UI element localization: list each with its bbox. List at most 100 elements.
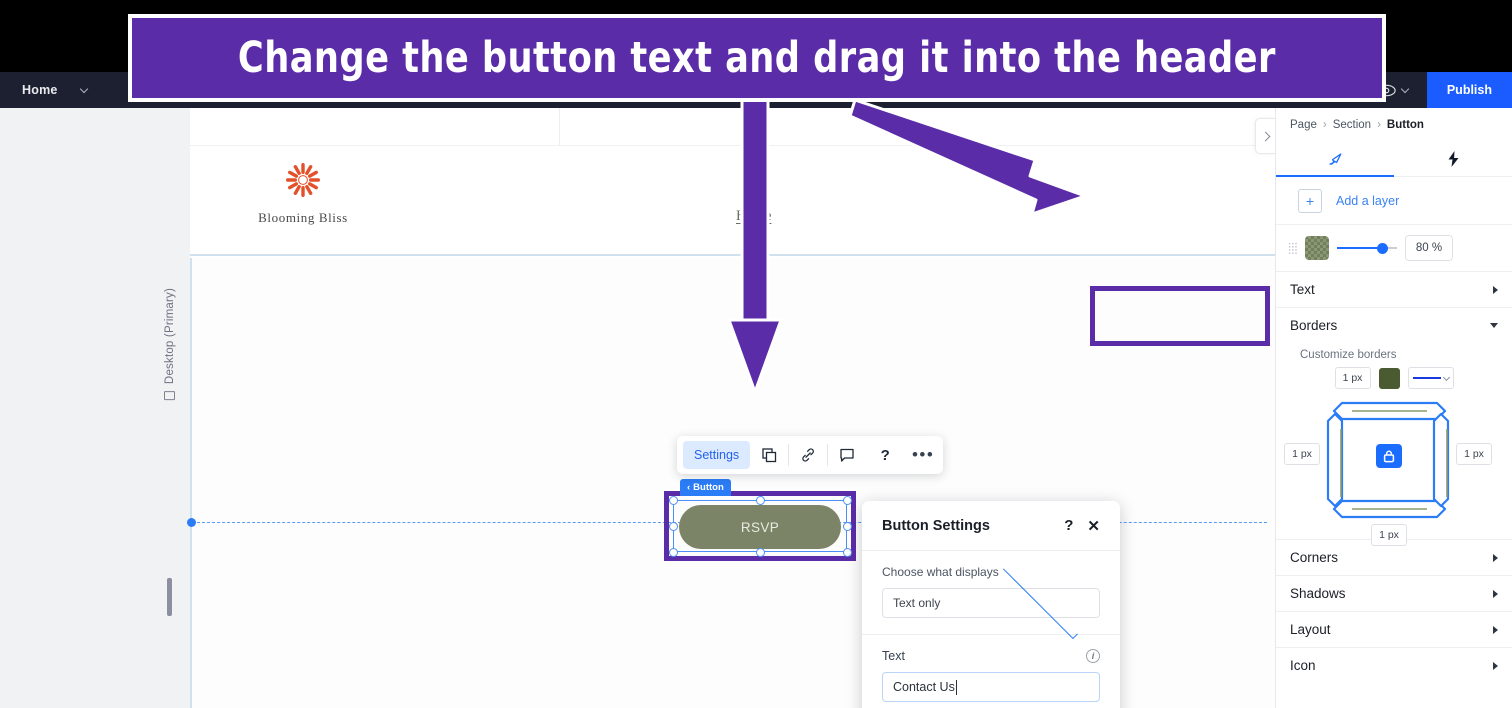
triangle-right-icon xyxy=(1493,589,1498,598)
border-box-model-widget: 1 px 1 px 1 px xyxy=(1276,389,1512,546)
opacity-value-field[interactable]: 80 % xyxy=(1405,235,1453,261)
lightning-bolt-icon xyxy=(1448,150,1458,167)
alignment-guide-dot xyxy=(187,518,196,527)
device-label-text: Desktop (Primary) xyxy=(164,288,176,385)
triangle-right-icon xyxy=(1493,661,1498,670)
button-selection-box[interactable]: RSVP xyxy=(669,496,852,557)
button-text-input[interactable]: Contact Us xyxy=(882,672,1100,702)
site-logo[interactable]: Blooming Bliss xyxy=(248,160,358,226)
monitor-icon xyxy=(164,391,176,401)
dialog-title: Button Settings xyxy=(882,517,990,534)
triangle-right-icon xyxy=(1493,553,1498,562)
dialog-header: Button Settings ? ✕ xyxy=(862,501,1120,551)
section-borders[interactable]: Borders xyxy=(1276,307,1512,343)
publish-button[interactable]: Publish xyxy=(1426,72,1512,108)
page-selector[interactable]: Home xyxy=(22,83,90,97)
breadcrumb-item-button[interactable]: Button xyxy=(1387,119,1424,131)
button-text-value: Contact Us xyxy=(893,680,955,694)
rsvp-button[interactable]: RSVP xyxy=(679,505,841,549)
opacity-slider[interactable] xyxy=(1337,241,1397,255)
screenshot-root: Home Publish Desktop (Primary) Blooming … xyxy=(0,0,1512,708)
info-icon[interactable]: i xyxy=(1086,649,1100,663)
tab-interactions[interactable] xyxy=(1394,141,1512,176)
button-text-label: Text xyxy=(882,649,905,663)
breadcrumb-item-page[interactable]: Page xyxy=(1290,119,1317,131)
instruction-banner: Change the button text and drag it into … xyxy=(128,14,1386,102)
text-caret xyxy=(955,679,957,695)
resize-handle-top-center[interactable] xyxy=(756,496,765,505)
fill-color-swatch[interactable] xyxy=(1305,236,1329,260)
add-layer-row[interactable]: + Add a layer xyxy=(1276,177,1512,225)
help-glyph: ? xyxy=(880,446,890,464)
section-text-label: Text xyxy=(1290,282,1315,297)
resize-handle-top-left[interactable] xyxy=(669,496,678,505)
comment-icon[interactable] xyxy=(828,436,866,474)
section-borders-label: Borders xyxy=(1290,318,1338,333)
breadcrumb: Page › Section › Button xyxy=(1276,108,1512,141)
resize-handle-bottom-left[interactable] xyxy=(669,548,678,557)
canvas-resize-handle[interactable] xyxy=(167,578,172,616)
border-top-controls: 1 px xyxy=(1276,367,1512,389)
canvas-top-strip-segment xyxy=(190,108,560,146)
border-color-swatch[interactable] xyxy=(1378,367,1400,389)
drag-grip-icon[interactable] xyxy=(1288,242,1297,254)
left-gutter: Desktop (Primary) xyxy=(0,108,190,708)
resize-handle-middle-left[interactable] xyxy=(669,522,678,531)
add-layer-plus-icon[interactable]: + xyxy=(1298,188,1322,213)
comment-glyph xyxy=(840,448,854,462)
display-mode-section: Choose what displays Text only xyxy=(862,551,1120,639)
question-mark-icon[interactable]: ? xyxy=(1064,517,1073,534)
site-logo-text: Blooming Bliss xyxy=(258,210,348,225)
duplicate-icon[interactable] xyxy=(750,436,788,474)
toolbar-icon-group: ? ••• xyxy=(750,436,942,474)
selected-element-badge[interactable]: ‹ Button xyxy=(680,479,731,496)
design-sidebar: Page › Section › Button + Add a layer 80… xyxy=(1275,108,1512,708)
help-icon[interactable]: ? xyxy=(866,436,904,474)
triangle-right-icon xyxy=(1493,285,1498,294)
add-layer-label[interactable]: Add a layer xyxy=(1336,194,1399,208)
resize-handle-middle-right[interactable] xyxy=(843,522,852,531)
breadcrumb-separator-icon: › xyxy=(1377,118,1381,131)
duplicate-glyph xyxy=(762,447,776,462)
link-icon[interactable] xyxy=(789,436,827,474)
slider-fill xyxy=(1337,247,1382,249)
chevron-right-icon xyxy=(1260,131,1271,141)
resize-handle-top-right[interactable] xyxy=(843,496,852,505)
section-icon[interactable]: Icon xyxy=(1276,647,1512,683)
tab-design[interactable] xyxy=(1276,141,1394,177)
collapse-panel-button[interactable] xyxy=(1255,118,1275,154)
display-mode-select[interactable]: Text only xyxy=(882,564,1100,639)
resize-handle-bottom-center[interactable] xyxy=(756,548,765,557)
site-header-section[interactable]: Blooming Bliss Home xyxy=(190,146,1275,256)
resize-handle-bottom-right[interactable] xyxy=(843,548,852,557)
link-glyph xyxy=(802,448,815,462)
section-shadows-label: Shadows xyxy=(1290,586,1346,601)
border-width-top-field[interactable]: 1 px xyxy=(1334,367,1371,389)
section-layout[interactable]: Layout xyxy=(1276,611,1512,647)
border-style-select[interactable] xyxy=(1407,367,1454,389)
more-options-glyph: ••• xyxy=(911,445,935,464)
display-mode-value: Text only xyxy=(893,596,941,610)
section-layout-label: Layout xyxy=(1290,622,1331,637)
top-nav-left-group: Home xyxy=(0,83,90,97)
more-options-icon[interactable]: ••• xyxy=(904,436,942,474)
section-text[interactable]: Text xyxy=(1276,271,1512,307)
border-width-bottom-field[interactable]: 1 px xyxy=(1371,524,1407,546)
sidebar-tabs xyxy=(1276,141,1512,177)
border-width-left-field[interactable]: 1 px xyxy=(1284,443,1320,465)
chevron-down-icon xyxy=(80,85,90,95)
section-shadows[interactable]: Shadows xyxy=(1276,575,1512,611)
selected-element-badge-label: Button xyxy=(693,482,724,493)
breadcrumb-item-section[interactable]: Section xyxy=(1333,119,1371,131)
border-width-right-field[interactable]: 1 px xyxy=(1456,443,1492,465)
slider-knob[interactable] xyxy=(1377,243,1388,254)
canvas-top-strip xyxy=(190,108,1275,146)
border-lock-toggle[interactable] xyxy=(1376,444,1402,468)
site-nav-link-home[interactable]: Home xyxy=(736,208,771,225)
section-corners-label: Corners xyxy=(1290,550,1339,565)
toolbar-settings-button[interactable]: Settings xyxy=(683,441,751,469)
flower-burst-logo-icon xyxy=(286,163,320,197)
close-icon[interactable]: ✕ xyxy=(1087,517,1100,535)
display-mode-label: Choose what displays xyxy=(882,565,999,579)
fill-row: 80 % xyxy=(1276,225,1512,271)
